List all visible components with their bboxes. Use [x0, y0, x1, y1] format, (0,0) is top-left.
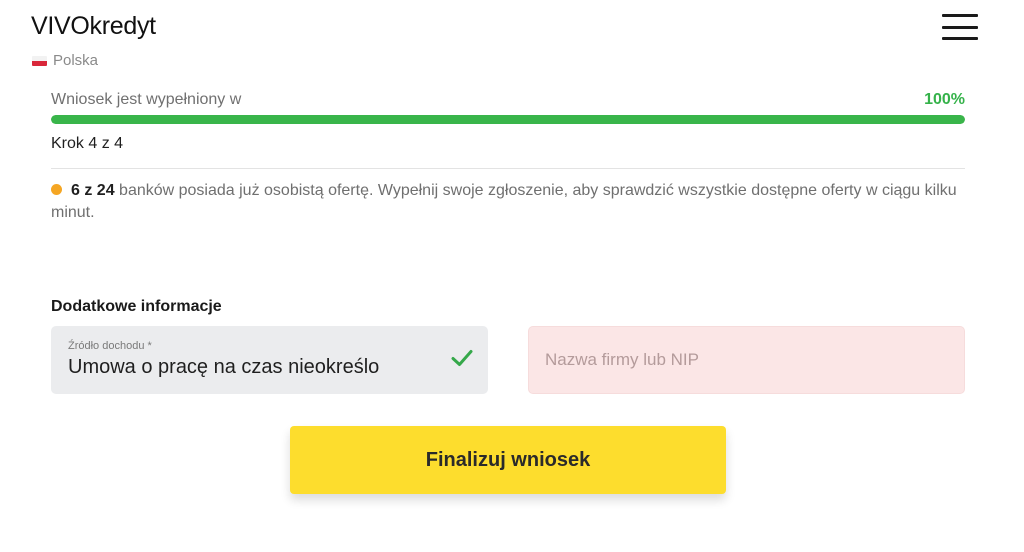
finalize-button[interactable]: Finalizuj wniosek: [290, 426, 726, 494]
progress-bar: [51, 115, 965, 124]
progress-bar-fill: [51, 115, 965, 124]
progress-percent: 100%: [924, 91, 965, 108]
poland-flag-icon: [32, 55, 47, 66]
company-name-input[interactable]: [528, 326, 965, 394]
hamburger-icon[interactable]: [942, 14, 978, 40]
check-icon: [451, 350, 473, 366]
offers-notice: 6 z 24 banków posiada już osobistą ofert…: [51, 180, 965, 224]
step-indicator: Krok 4 z 4: [51, 135, 124, 152]
divider: [51, 168, 965, 169]
offers-notice-text: banków posiada już osobistą ofertę. Wype…: [51, 182, 957, 221]
region-label: Polska: [53, 52, 99, 69]
status-dot-icon: [51, 184, 62, 195]
page: VIVOkredyt Polska Wniosek jest wypełnion…: [0, 0, 1024, 552]
progress-label: Wniosek jest wypełniony w: [51, 91, 242, 108]
region-selector[interactable]: Polska: [32, 52, 98, 69]
section-title: Dodatkowe informacje: [51, 298, 222, 315]
logo[interactable]: VIVOkredyt: [31, 12, 156, 41]
income-source-select[interactable]: Źródło dochodu * Umowa o pracę na czas n…: [51, 326, 488, 394]
income-source-value: Umowa o pracę na czas nieokreślo: [68, 356, 380, 378]
income-source-label: Źródło dochodu *: [68, 340, 152, 352]
offers-count: 6 z 24: [71, 182, 115, 199]
